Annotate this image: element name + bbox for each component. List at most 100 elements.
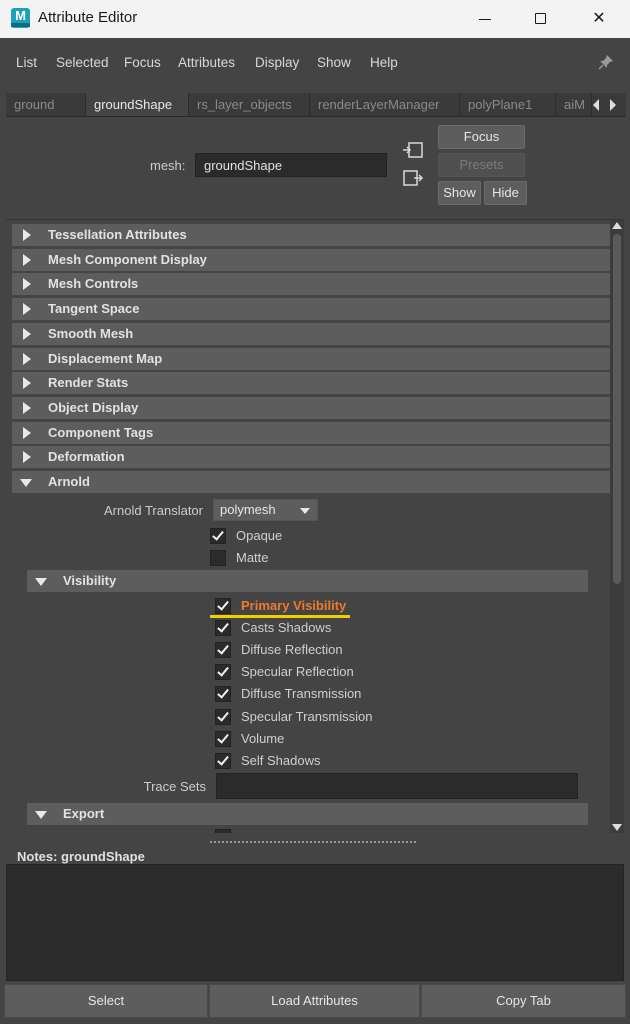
section-displacement-map[interactable]: Displacement Map [12,348,610,370]
primary-visibility-label: Primary Visibility [241,598,347,613]
show-button[interactable]: Show [438,181,481,205]
primary-visibility-row[interactable]: Primary Visibility [215,596,465,616]
menu-help[interactable]: Help [370,55,398,70]
attribute-vertical-scrollbar[interactable] [610,220,624,833]
section-mesh-component-display[interactable]: Mesh Component Display [12,249,610,271]
tab-label: ground [14,97,55,112]
hide-button[interactable]: Hide [484,181,527,205]
section-object-display[interactable]: Object Display [12,397,610,419]
tab-scroll-right-icon[interactable] [608,98,618,112]
load-attributes-button[interactable]: Load Attributes [209,984,420,1018]
section-render-stats[interactable]: Render Stats [12,372,610,394]
collapsed-arrow-icon [23,377,31,389]
presets-button[interactable]: Presets [438,153,525,177]
section-deformation[interactable]: Deformation [12,446,610,468]
select-button[interactable]: Select [4,984,208,1018]
trace-sets-field[interactable] [216,773,578,799]
subsection-export[interactable]: Export [27,803,588,825]
casts-shadows-checkbox[interactable] [215,620,231,636]
matte-checkbox-row[interactable]: Matte [210,548,410,568]
primary-visibility-checkbox[interactable] [215,598,231,614]
notes-label: Notes: groundShape [17,849,145,864]
scroll-down-icon[interactable] [612,824,622,831]
section-smooth-mesh[interactable]: Smooth Mesh [12,323,610,345]
menu-selected[interactable]: Selected [56,55,109,70]
checkmark-icon [217,620,229,633]
opaque-label: Opaque [236,528,283,543]
self-shadows-row[interactable]: Self Shadows [215,751,465,771]
scrollbar-thumb[interactable] [613,234,621,584]
section-label: Mesh Controls [48,276,139,291]
casts-shadows-label: Casts Shadows [241,620,332,635]
section-label: Displacement Map [48,351,163,366]
volume-label: Volume [241,731,285,746]
section-label: Smooth Mesh [48,326,134,341]
focus-button[interactable]: Focus [438,125,525,149]
section-tangent-space[interactable]: Tangent Space [12,298,610,320]
tab-polyplane1[interactable]: polyPlane1 [460,93,556,116]
volume-row[interactable]: Volume [215,729,465,749]
tab-rs-layer-objects[interactable]: rs_layer_objects [189,93,310,116]
tab-label: groundShape [94,97,173,112]
section-component-tags[interactable]: Component Tags [12,422,610,444]
export-partial-checkbox[interactable] [215,829,231,833]
volume-checkbox[interactable] [215,731,231,747]
tab-scroll-left-icon[interactable] [591,98,601,112]
checkmark-icon [217,664,229,677]
checkmark-icon [217,709,229,722]
subsection-visibility[interactable]: Visibility [27,570,588,592]
opaque-checkbox-row[interactable]: Opaque [210,526,410,546]
specular-reflection-checkbox[interactable] [215,664,231,680]
expanded-arrow-icon [20,479,32,487]
tab-label: rs_layer_objects [197,97,292,112]
casts-shadows-row[interactable]: Casts Shadows [215,618,465,638]
panel-resize-handle[interactable] [210,841,416,844]
attribute-scroll-area[interactable]: Tessellation Attributes Mesh Component D… [6,219,624,833]
specular-transmission-checkbox[interactable] [215,709,231,725]
collapsed-arrow-icon [23,353,31,365]
checkmark-icon [217,642,229,655]
self-shadows-checkbox[interactable] [215,753,231,769]
arnold-translator-value: polymesh [220,502,276,517]
menu-display[interactable]: Display [255,55,299,70]
specular-reflection-row[interactable]: Specular Reflection [215,662,465,682]
diffuse-reflection-checkbox[interactable] [215,642,231,658]
tab-render-layer-manager[interactable]: renderLayerManager [310,93,460,116]
input-connection-icon[interactable] [402,141,424,159]
notes-textarea[interactable] [6,864,624,981]
specular-transmission-row[interactable]: Specular Transmission [215,707,465,727]
menu-focus[interactable]: Focus [124,55,161,70]
collapsed-arrow-icon [23,427,31,439]
matte-checkbox[interactable] [210,550,226,566]
mesh-label: mesh: [150,158,186,173]
arnold-translator-dropdown[interactable]: polymesh [213,499,318,521]
menu-show[interactable]: Show [317,55,351,70]
section-tessellation-attributes[interactable]: Tessellation Attributes [12,224,610,246]
minimize-button[interactable] [462,0,508,38]
diffuse-reflection-label: Diffuse Reflection [241,642,343,657]
diffuse-reflection-row[interactable]: Diffuse Reflection [215,640,465,660]
scroll-up-icon[interactable] [612,222,622,229]
tab-label: polyPlane1 [468,97,533,112]
output-connection-icon[interactable] [402,169,424,187]
pin-icon[interactable] [598,54,614,70]
section-mesh-controls[interactable]: Mesh Controls [12,273,610,295]
copy-tab-button[interactable]: Copy Tab [421,984,626,1018]
tab-aim[interactable]: aiM [556,93,592,116]
section-arnold[interactable]: Arnold [12,471,610,493]
mesh-name-field[interactable]: groundShape [195,153,387,177]
menu-attributes[interactable]: Attributes [178,55,235,70]
arnold-translator-label: Arnold Translator [104,503,203,518]
maximize-icon [535,13,546,24]
close-button[interactable]: ✕ [576,0,622,38]
tab-ground[interactable]: ground [6,93,86,116]
subsection-label: Export [63,806,105,821]
subsection-label: Visibility [63,573,117,588]
menu-list[interactable]: List [16,55,37,70]
opaque-checkbox[interactable] [210,528,226,544]
tab-groundshape[interactable]: groundShape [86,93,189,116]
diffuse-transmission-checkbox[interactable] [215,686,231,702]
diffuse-transmission-row[interactable]: Diffuse Transmission [215,684,465,704]
collapsed-arrow-icon [23,229,31,241]
maximize-button[interactable] [518,0,564,38]
